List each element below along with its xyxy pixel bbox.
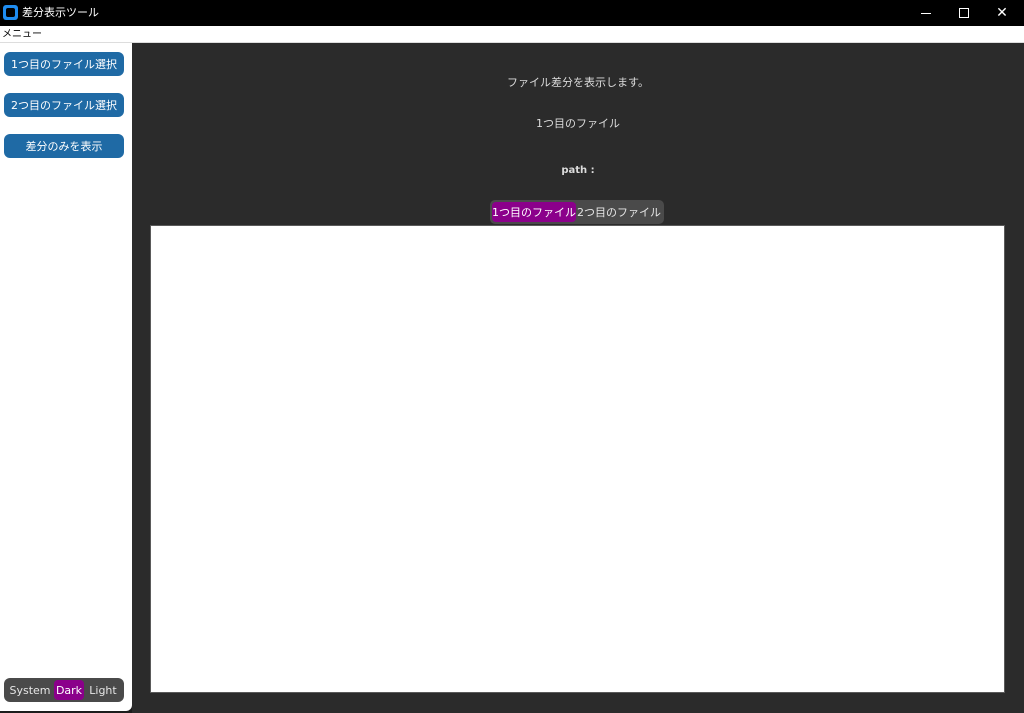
maximize-button[interactable]: [944, 0, 984, 26]
file-content-textbox[interactable]: [150, 225, 1005, 693]
close-icon: ✕: [996, 5, 1008, 21]
minimize-button[interactable]: [906, 0, 946, 26]
description-label: ファイル差分を表示します。: [507, 76, 649, 89]
main-panel: ファイル差分を表示します。 1つ目のファイル path : 1つ目のファイル 2…: [132, 43, 1024, 713]
menu-bar: メニュー: [0, 26, 1024, 43]
minimize-icon: [921, 12, 931, 14]
select-second-file-button[interactable]: 2つ目のファイル選択: [4, 93, 124, 117]
appearance-mode-selector: System Dark Light: [4, 678, 124, 702]
window-title: 差分表示ツール: [22, 6, 99, 19]
path-label: path :: [561, 165, 595, 176]
close-button[interactable]: ✕: [982, 0, 1022, 26]
file-tabs: 1つ目のファイル 2つ目のファイル: [490, 200, 664, 224]
file-label: 1つ目のファイル: [536, 117, 620, 130]
appearance-option-dark[interactable]: Dark: [54, 680, 84, 700]
title-bar: 差分表示ツール ✕: [0, 0, 1024, 26]
tab-first-file[interactable]: 1つ目のファイル: [492, 202, 576, 222]
tab-second-file[interactable]: 2つ目のファイル: [576, 202, 662, 222]
menu-item-menu[interactable]: メニュー: [2, 28, 42, 41]
maximize-icon: [959, 8, 969, 18]
appearance-option-system[interactable]: System: [6, 680, 54, 700]
select-first-file-button[interactable]: 1つ目のファイル選択: [4, 52, 124, 76]
appearance-option-light[interactable]: Light: [84, 680, 122, 700]
app-icon: [3, 5, 18, 20]
sidebar: 1つ目のファイル選択 2つ目のファイル選択 差分のみを表示 System Dar…: [0, 43, 132, 711]
show-diff-only-button[interactable]: 差分のみを表示: [4, 134, 124, 158]
